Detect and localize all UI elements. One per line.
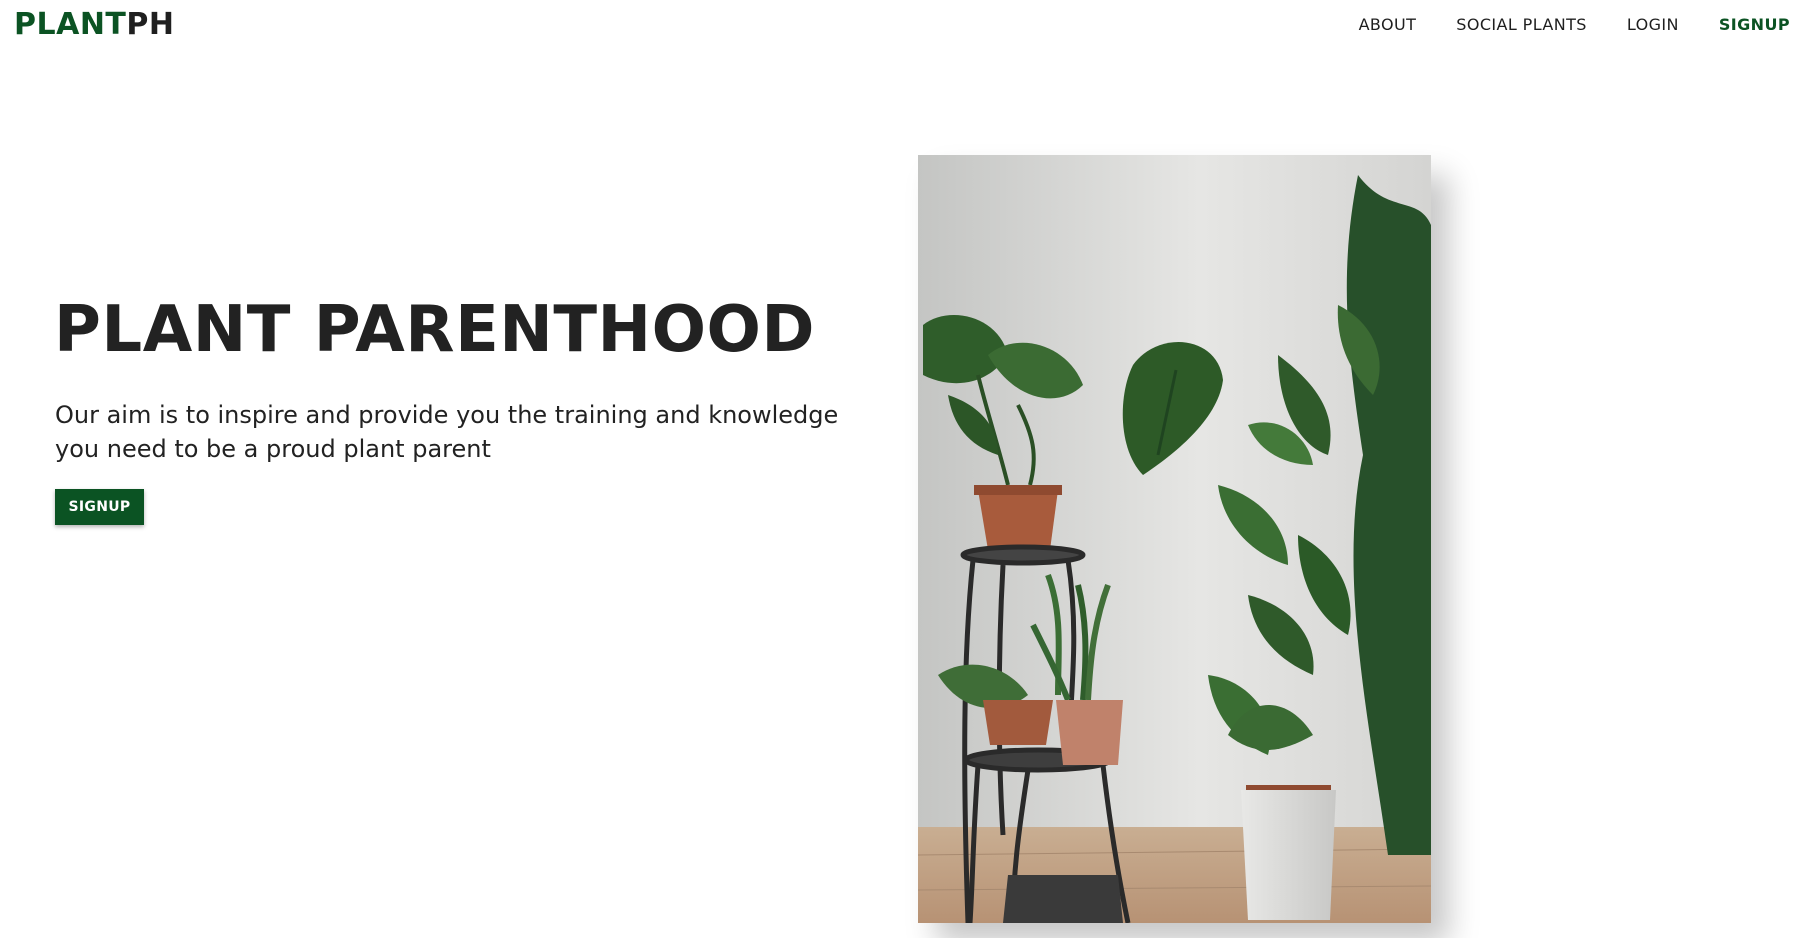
houseplants-photo xyxy=(918,155,1431,923)
nav-social-plants-link[interactable]: SOCIAL PLANTS xyxy=(1456,14,1587,36)
nav-login-link[interactable]: LOGIN xyxy=(1627,14,1679,36)
hero-description: Our aim is to inspire and provide you th… xyxy=(55,401,839,463)
main-nav: ABOUT SOCIAL PLANTS LOGIN SIGNUP xyxy=(1319,14,1790,36)
houseplants-illustration xyxy=(918,155,1431,923)
brand-logo[interactable]: PLANTPH xyxy=(14,8,175,42)
brand-logo-part1: PLANT xyxy=(14,7,127,42)
hero-signup-button[interactable]: SIGNUP xyxy=(55,489,144,525)
nav-signup-link[interactable]: SIGNUP xyxy=(1719,14,1790,36)
hero-title: PLANT PARENTHOOD xyxy=(54,293,815,367)
nav-about-link[interactable]: ABOUT xyxy=(1359,14,1417,36)
brand-logo-part2: PH xyxy=(126,7,175,42)
